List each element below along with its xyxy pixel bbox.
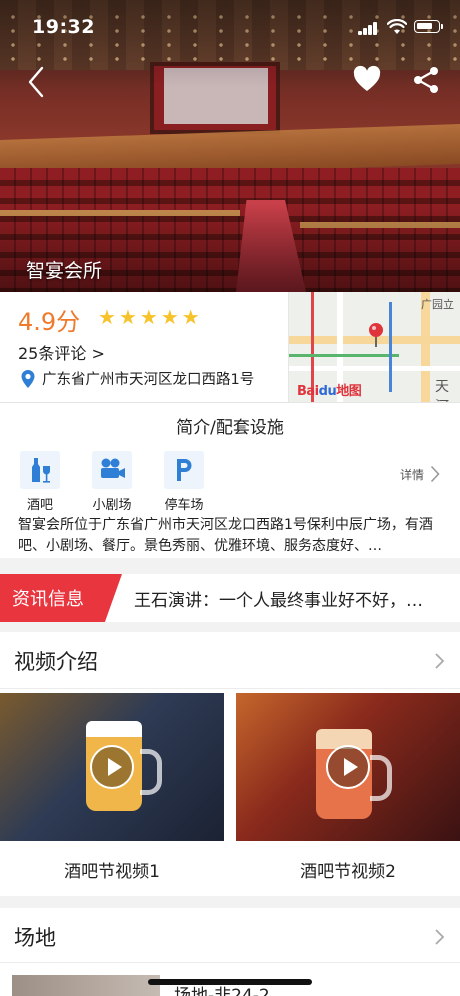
video-title: 酒吧节视频1 <box>64 862 160 882</box>
star-icon: ★ <box>118 305 137 329</box>
map-label-right: 天河 <box>435 379 449 402</box>
facility-parking[interactable]: 停车场 <box>160 451 208 513</box>
cellular-signal-icon <box>358 22 378 35</box>
facility-label: 小剧场 <box>92 498 132 513</box>
battery-icon <box>414 20 443 33</box>
facility-bar[interactable]: 酒吧 <box>16 451 64 513</box>
news-ticker[interactable]: 资讯信息 王石演讲：一个人最终事业好不好，… <box>0 574 460 622</box>
chevron-right-icon <box>430 465 440 483</box>
video-title: 酒吧节视频2 <box>300 862 396 882</box>
news-headline[interactable]: 王石演讲：一个人最终事业好不好，… <box>134 586 454 611</box>
news-tag: 资讯信息 <box>0 574 122 622</box>
section-title: 视频介绍 <box>14 650 98 674</box>
home-indicator[interactable] <box>148 979 312 985</box>
share-icon[interactable] <box>410 64 442 96</box>
wine-bottle-icon <box>32 458 50 483</box>
video-thumbnail[interactable] <box>236 693 460 841</box>
status-time: 19:32 <box>32 16 95 38</box>
star-icon: ★ <box>139 305 158 329</box>
facilities-title: 简介/配套设施 <box>176 418 284 438</box>
facilities-section: 简介/配套设施 酒吧 小剧场 停车场 详情 智宴会所位于广东省广州市天河区龙口西… <box>0 402 460 558</box>
venue-name: 智宴会所 <box>26 260 103 282</box>
facilities-description: 智宴会所位于广东省广州市天河区龙口西路1号保利中辰广场，有酒吧、小剧场、餐厅。景… <box>18 517 433 554</box>
map-thumbnail[interactable]: 广园立 天河 Baidu地图 <box>288 292 460 402</box>
star-icon: ★ <box>98 305 116 329</box>
venue-detail-page: 19:32 智宴会所 4.9分 ★ ★ ★ ★ ★ 25条评论 > 广东省广州市… <box>0 0 460 996</box>
star-icon: ★ <box>181 305 200 329</box>
map-label-top: 广园立 <box>421 298 454 311</box>
video-list: 酒吧节视频1 酒吧节视频2 <box>0 688 460 896</box>
heart-icon[interactable] <box>352 64 382 94</box>
star-icon: ★ <box>160 305 179 329</box>
status-bar: 19:32 <box>0 0 460 56</box>
section-title: 场地 <box>14 926 56 950</box>
chevron-right-icon <box>435 929 445 945</box>
video-thumbnail[interactable] <box>0 693 224 841</box>
movie-camera-icon <box>101 458 125 478</box>
address-row[interactable]: 广东省广州市天河区龙口西路1号 <box>20 368 254 389</box>
venue-thumbnail <box>12 975 160 996</box>
map-marker-icon <box>369 323 383 347</box>
address-text: 广东省广州市天河区龙口西路1号 <box>42 372 255 388</box>
facility-label: 酒吧 <box>26 498 53 513</box>
wifi-icon <box>387 19 407 34</box>
play-icon[interactable] <box>326 745 370 789</box>
parking-icon <box>177 459 192 481</box>
info-card: 4.9分 ★ ★ ★ ★ ★ 25条评论 > 广东省广州市天河区龙口西路1号 广… <box>0 292 460 402</box>
rating-stars: ★ ★ ★ ★ ★ <box>98 306 200 328</box>
video-section-header[interactable]: 视频介绍 <box>0 632 460 688</box>
venue-section-header[interactable]: 场地 <box>0 908 460 964</box>
back-arrow-icon[interactable] <box>22 64 52 100</box>
rating-score: 4.9分 <box>18 308 81 336</box>
chevron-right-icon <box>435 653 445 669</box>
video-card[interactable]: 酒吧节视频1 <box>0 693 224 882</box>
play-icon[interactable] <box>90 745 134 789</box>
facilities-details-link[interactable]: 详情 <box>400 465 440 483</box>
baidu-map-logo: Baidu地图 <box>297 384 362 399</box>
location-pin-icon <box>21 369 35 388</box>
facility-theater[interactable]: 小剧场 <box>88 451 136 513</box>
video-card[interactable]: 酒吧节视频2 <box>236 693 460 882</box>
reviews-link[interactable]: 25条评论 > <box>18 340 105 364</box>
facility-label: 停车场 <box>164 498 204 513</box>
